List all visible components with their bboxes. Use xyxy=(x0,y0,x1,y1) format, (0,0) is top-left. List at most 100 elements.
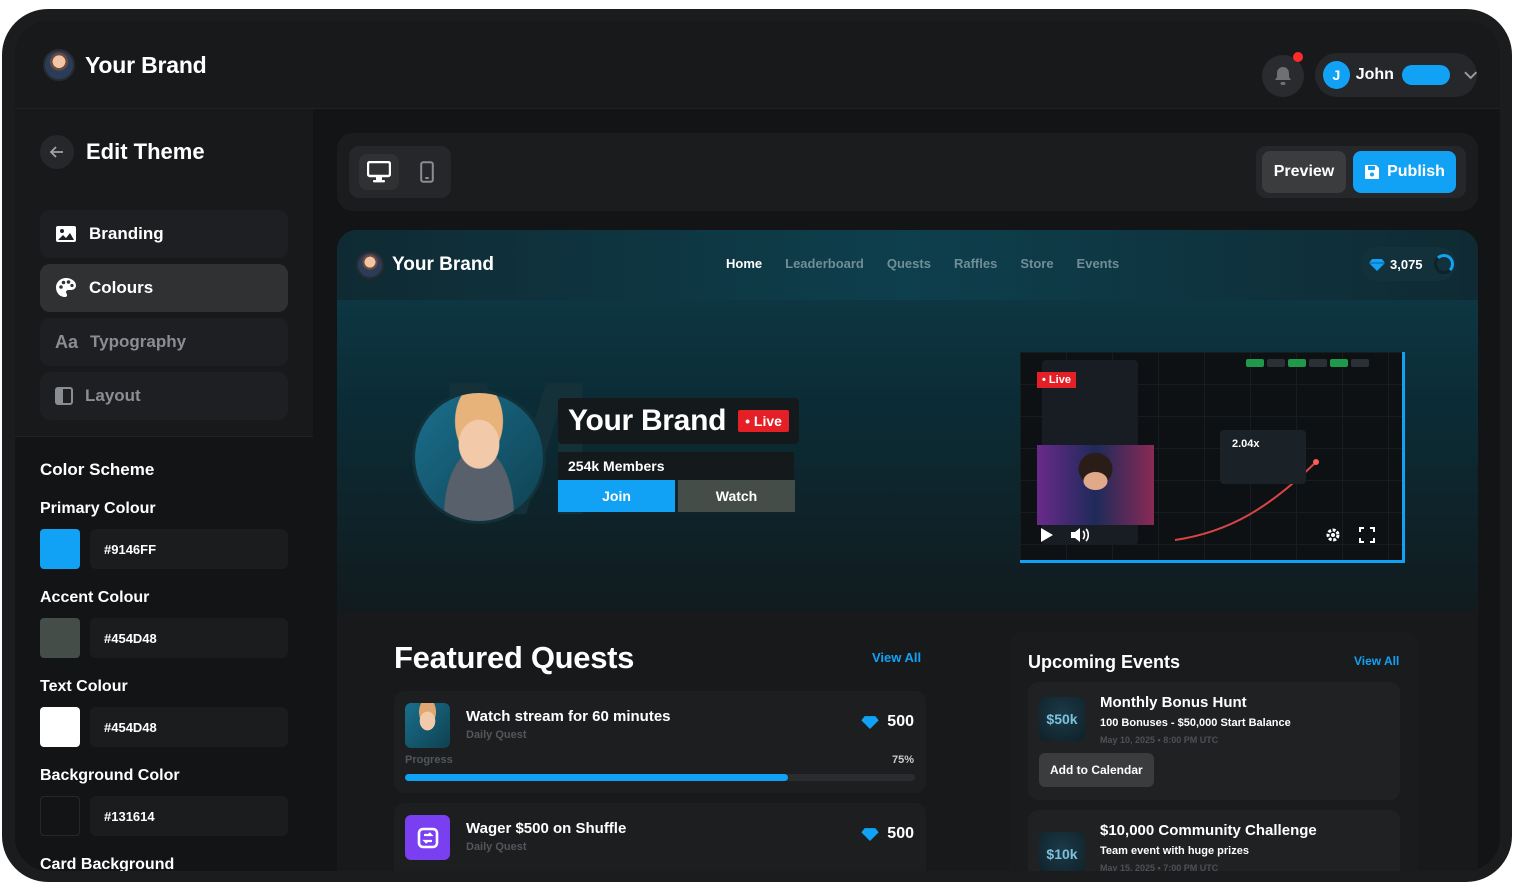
hero-title-row: Your Brand • Live xyxy=(558,398,799,444)
publish-button[interactable]: Publish xyxy=(1353,151,1456,193)
user-menu[interactable]: J John xyxy=(1315,53,1477,97)
sidebar-item-label: Layout xyxy=(85,386,141,405)
event-prize-badge: $50k xyxy=(1039,697,1085,741)
app-screen: Your Brand J John Edit Theme Branding Co… xyxy=(15,21,1500,871)
video-live-badge: • Live xyxy=(1037,372,1076,388)
toolbar-actions: Preview Publish xyxy=(1256,146,1466,198)
site-brand[interactable]: Your Brand xyxy=(356,251,494,279)
quest-type: Daily Quest xyxy=(466,729,527,741)
site-brand-name: Your Brand xyxy=(392,254,495,275)
mobile-icon xyxy=(420,161,434,183)
text-colour-swatch[interactable] xyxy=(40,707,80,747)
event-date: May 15, 2025 • 7:00 PM UTC xyxy=(1100,863,1219,871)
site-preview: M Your Brand Home Leaderboard Quests Raf… xyxy=(337,230,1478,871)
quest-reward-value: 500 xyxy=(887,713,914,730)
featured-quests-title: Featured Quests xyxy=(394,640,635,675)
background-colour-label: Background Color xyxy=(40,767,180,784)
quest-card[interactable]: Wager $500 on Shuffle Daily Quest 500 xyxy=(394,803,926,871)
site-nav-links: Home Leaderboard Quests Raffles Store Ev… xyxy=(726,256,1119,271)
sidebar-item-colours[interactable]: Colours xyxy=(40,264,288,312)
arrow-left-icon xyxy=(50,146,63,158)
watch-button[interactable]: Watch xyxy=(678,480,795,512)
brand[interactable]: Your Brand xyxy=(43,49,207,81)
event-card[interactable]: $10k $10,000 Community Challenge Team ev… xyxy=(1028,810,1400,871)
accent-colour-label: Accent Colour xyxy=(40,589,150,606)
add-to-calendar-button[interactable]: Add to Calendar xyxy=(1039,753,1154,787)
editor-toolbar: Preview Publish xyxy=(337,133,1478,211)
site-nav-raffles[interactable]: Raffles xyxy=(954,256,997,271)
quest-name: Watch stream for 60 minutes xyxy=(466,708,671,725)
color-scheme-panel: Color Scheme Primary Colour #9146FF Acce… xyxy=(15,437,313,871)
event-name: Monthly Bonus Hunt xyxy=(1100,694,1247,711)
sidebar-item-label: Typography xyxy=(90,332,187,351)
brand-avatar xyxy=(43,49,75,81)
edit-theme-header: Edit Theme xyxy=(40,135,205,169)
site-nav-home[interactable]: Home xyxy=(726,256,762,271)
site-nav-events[interactable]: Events xyxy=(1077,256,1120,271)
sidebar-item-layout[interactable]: Layout xyxy=(40,372,288,420)
stream-video-player[interactable]: • Live 2.04x xyxy=(1020,352,1405,563)
background-colour-row: #131614 xyxy=(40,796,288,836)
event-description: 100 Bonuses - $50,000 Start Balance xyxy=(1100,717,1291,729)
hero-buttons: Join Watch xyxy=(558,480,799,512)
live-badge: • Live xyxy=(738,410,789,432)
accent-colour-swatch[interactable] xyxy=(40,618,80,658)
upcoming-events-panel: Upcoming Events View All $50k Monthly Bo… xyxy=(1009,632,1419,871)
card-background-label: Card Background xyxy=(40,856,175,871)
text-colour-row: #454D48 xyxy=(40,707,288,747)
editor-main: Preview Publish M Your Brand xyxy=(313,109,1500,871)
sidebar: Edit Theme Branding Colours Aa Typograph… xyxy=(15,109,313,871)
mobile-view-button[interactable] xyxy=(407,154,447,190)
text-colour-input[interactable]: #454D48 xyxy=(90,707,288,747)
publish-label: Publish xyxy=(1387,163,1445,180)
join-button[interactable]: Join xyxy=(558,480,675,512)
progress-label: Progress xyxy=(405,754,453,766)
sidebar-item-branding[interactable]: Branding xyxy=(40,210,288,258)
quest-thumbnail xyxy=(405,815,450,860)
volume-icon[interactable] xyxy=(1070,527,1090,543)
site-nav-leaderboard[interactable]: Leaderboard xyxy=(785,256,864,271)
sidebar-item-typography[interactable]: Aa Typography xyxy=(40,318,288,366)
desktop-view-button[interactable] xyxy=(359,154,399,190)
brand-name: Your Brand xyxy=(85,51,207,78)
progress-bar xyxy=(405,774,915,781)
gem-icon xyxy=(1369,258,1385,271)
sidebar-item-label: Branding xyxy=(89,224,164,243)
gem-icon xyxy=(861,828,879,841)
background-colour-input[interactable]: #131614 xyxy=(90,796,288,836)
accent-colour-row: #454D48 xyxy=(40,618,288,658)
settings-icon[interactable] xyxy=(1325,527,1341,543)
quest-card[interactable]: Watch stream for 60 minutes Daily Quest … xyxy=(394,691,926,793)
layout-icon xyxy=(55,387,73,405)
event-description: Team event with huge prizes xyxy=(1100,845,1249,857)
play-icon[interactable] xyxy=(1040,527,1054,543)
save-icon xyxy=(1365,165,1380,179)
site-nav-quests[interactable]: Quests xyxy=(887,256,931,271)
accent-colour-input[interactable]: #454D48 xyxy=(90,618,288,658)
preview-button[interactable]: Preview xyxy=(1262,151,1346,193)
quests-view-all-link[interactable]: View All xyxy=(872,650,921,665)
primary-colour-input[interactable]: #9146FF xyxy=(90,529,288,569)
fullscreen-icon[interactable] xyxy=(1359,527,1375,543)
background-colour-swatch[interactable] xyxy=(40,796,80,836)
event-card[interactable]: $50k Monthly Bonus Hunt 100 Bonuses - $5… xyxy=(1028,682,1400,800)
site-nav-store[interactable]: Store xyxy=(1020,256,1053,271)
edit-theme-title: Edit Theme xyxy=(86,139,205,164)
notification-badge xyxy=(1293,52,1303,62)
crash-multiplier: 2.04x xyxy=(1220,430,1306,484)
quest-name: Wager $500 on Shuffle xyxy=(466,820,627,837)
quest-reward: 500 xyxy=(861,825,914,843)
bet-history-tags xyxy=(1246,359,1369,367)
shuffle-logo-icon xyxy=(417,827,438,848)
hero-card: Your Brand • Live 254k Members Join Watc… xyxy=(558,398,799,512)
progress-fill xyxy=(405,774,788,781)
back-button[interactable] xyxy=(40,135,74,169)
events-view-all-link[interactable]: View All xyxy=(1354,654,1399,668)
streamer-avatar xyxy=(412,390,546,524)
quest-type: Daily Quest xyxy=(466,841,527,853)
quest-thumbnail xyxy=(405,703,450,748)
gem-balance[interactable]: 3,075 xyxy=(1360,247,1456,281)
primary-colour-swatch[interactable] xyxy=(40,529,80,569)
video-controls-right xyxy=(1325,527,1375,543)
primary-colour-label: Primary Colour xyxy=(40,500,156,517)
